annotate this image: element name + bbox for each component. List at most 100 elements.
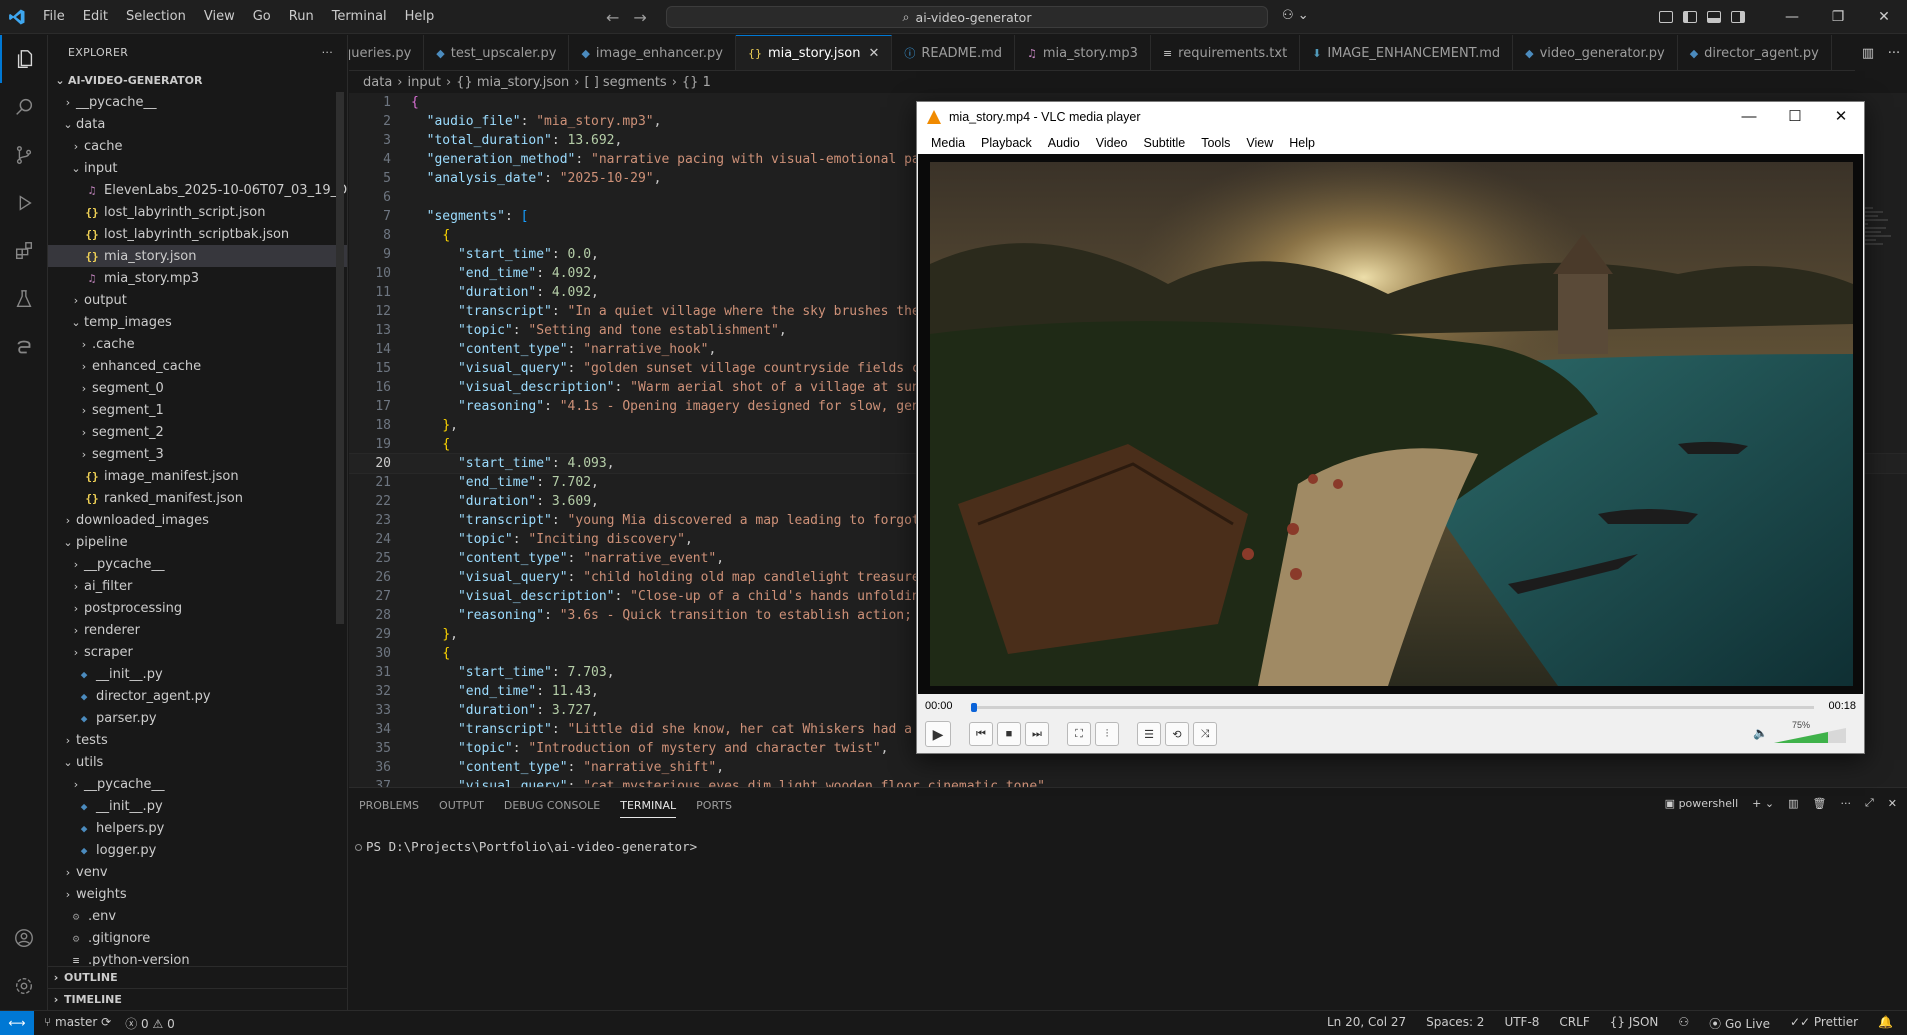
tab-mia-story-json[interactable]: {} mia_story.json ✕ <box>735 35 893 70</box>
volume-slider[interactable]: 75% <box>1774 720 1846 744</box>
tree-folder[interactable]: › segment_0 <box>48 377 347 399</box>
vlc-playlist-button[interactable]: ☰ <box>1137 722 1161 746</box>
vlc-menu-help[interactable]: Help <box>1281 136 1323 150</box>
toggle-secondary-sidebar-icon[interactable] <box>1731 11 1745 23</box>
menu-help[interactable]: Help <box>396 0 444 34</box>
customize-layout-icon[interactable] <box>1659 11 1673 23</box>
vlc-maximize-button[interactable]: ☐ <box>1772 102 1818 132</box>
back-arrow-icon[interactable]: ← <box>606 8 619 27</box>
tree-folder[interactable]: › __pycache__ <box>48 773 347 795</box>
vlc-play-button[interactable]: ▶ <box>925 721 951 747</box>
tree-file[interactable]: ♫ ElevenLabs_2025-10-06T07_03_19_Declan..… <box>48 179 347 201</box>
breadcrumb-item[interactable]: {} 1 <box>682 75 711 90</box>
vlc-previous-button[interactable]: ⏮ <box>969 722 993 746</box>
python-extension-icon[interactable] <box>0 323 48 371</box>
vlc-seek-handle[interactable] <box>971 703 977 712</box>
breadcrumb-item[interactable]: [ ] segments <box>585 75 667 90</box>
menu-file[interactable]: File <box>34 0 74 34</box>
tree-file[interactable]: {} mia_story.json <box>48 245 347 267</box>
tab-image-enhancement-md[interactable]: ⬇ IMAGE_ENHANCEMENT.md <box>1300 35 1514 70</box>
tree-folder[interactable]: › cache <box>48 135 347 157</box>
kill-terminal-icon[interactable]: 🗑 <box>1813 797 1827 810</box>
vlc-close-button[interactable]: ✕ <box>1818 102 1864 132</box>
tree-folder[interactable]: › tests <box>48 729 347 751</box>
menu-edit[interactable]: Edit <box>74 0 117 34</box>
tree-folder[interactable]: › segment_3 <box>48 443 347 465</box>
tab-image-enhancer-py[interactable]: ◆ image_enhancer.py <box>569 35 736 70</box>
more-actions-icon[interactable]: ··· <box>1840 797 1851 810</box>
remote-window-icon[interactable]: ⟷ <box>0 1010 34 1035</box>
tree-folder[interactable]: ⌄ utils <box>48 751 347 773</box>
tree-file[interactable]: ◆ parser.py <box>48 707 347 729</box>
tree-folder[interactable]: › renderer <box>48 619 347 641</box>
tree-file[interactable]: ◆ logger.py <box>48 839 347 861</box>
forward-arrow-icon[interactable]: → <box>633 8 646 27</box>
panel-tab-ports[interactable]: PORTS <box>696 799 732 812</box>
breadcrumb-item[interactable]: data <box>363 75 392 90</box>
tree-folder[interactable]: ⌄ data <box>48 113 347 135</box>
settings-gear-icon[interactable] <box>0 962 48 1010</box>
vlc-fullscreen-button[interactable]: ⛶ <box>1067 722 1091 746</box>
minimize-button[interactable]: — <box>1769 9 1815 25</box>
tree-file[interactable]: ⚙ .gitignore <box>48 927 347 949</box>
command-center-search[interactable]: ⌕ ai-video-generator <box>666 6 1268 28</box>
vlc-minimize-button[interactable]: — <box>1726 102 1772 132</box>
vlc-video-frame[interactable] <box>918 154 1863 694</box>
tree-file[interactable]: ◆ director_agent.py <box>48 685 347 707</box>
run-debug-icon[interactable] <box>0 179 48 227</box>
timeline-section[interactable]: › TIMELINE <box>48 988 347 1010</box>
tree-folder[interactable]: › ai_filter <box>48 575 347 597</box>
vlc-stop-button[interactable]: ■ <box>997 722 1021 746</box>
testing-icon[interactable] <box>0 275 48 323</box>
vlc-shuffle-button[interactable]: ⤨ <box>1193 722 1217 746</box>
menu-go[interactable]: Go <box>244 0 280 34</box>
prettier-button[interactable]: ✓✓ Prettier <box>1790 1015 1858 1032</box>
terminal-shell-dropdown[interactable]: ▣ powershell <box>1665 797 1738 810</box>
tree-file[interactable]: {} lost_labyrinth_scriptbak.json <box>48 223 347 245</box>
tree-folder[interactable]: › weights <box>48 883 347 905</box>
more-actions-icon[interactable]: ··· <box>1888 46 1900 61</box>
tree-folder[interactable]: › segment_2 <box>48 421 347 443</box>
copilot-status-icon[interactable]: ⚇ <box>1678 1015 1689 1032</box>
source-control-icon[interactable] <box>0 131 48 179</box>
vlc-loop-button[interactable]: ⟲ <box>1165 722 1189 746</box>
extensions-icon[interactable] <box>0 227 48 275</box>
panel-tab-terminal[interactable]: TERMINAL <box>620 793 677 818</box>
sidebar-scrollbar[interactable] <box>336 92 344 624</box>
tree-folder[interactable]: ⌄ pipeline <box>48 531 347 553</box>
tab-readme-md[interactable]: ⓘ README.md <box>892 35 1015 70</box>
tree-file[interactable]: ◆ helpers.py <box>48 817 347 839</box>
menu-run[interactable]: Run <box>280 0 323 34</box>
tree-folder[interactable]: › venv <box>48 861 347 883</box>
menu-selection[interactable]: Selection <box>117 0 195 34</box>
tree-folder[interactable]: › __pycache__ <box>48 553 347 575</box>
vlc-extended-settings-button[interactable]: ⫶ <box>1095 722 1119 746</box>
panel-tab-output[interactable]: OUTPUT <box>439 799 484 812</box>
vlc-menu-playback[interactable]: Playback <box>973 136 1040 150</box>
vlc-menu-audio[interactable]: Audio <box>1040 136 1088 150</box>
account-icon[interactable] <box>0 914 48 962</box>
vlc-menu-tools[interactable]: Tools <box>1193 136 1238 150</box>
tree-folder[interactable]: ⌄ input <box>48 157 347 179</box>
tab-mia-story-mp3[interactable]: ♫ mia_story.mp3 <box>1015 35 1151 70</box>
toggle-panel-icon[interactable] <box>1707 11 1721 23</box>
breadcrumb-item[interactable]: {} mia_story.json <box>456 75 569 90</box>
close-panel-icon[interactable]: ✕ <box>1888 797 1897 810</box>
copilot-icon[interactable]: ⚇ ⌄ <box>1282 8 1309 23</box>
outline-section[interactable]: › OUTLINE <box>48 966 347 988</box>
tree-folder[interactable]: › enhanced_cache <box>48 355 347 377</box>
search-icon[interactable] <box>0 83 48 131</box>
panel-tab-debug-console[interactable]: DEBUG CONSOLE <box>504 799 600 812</box>
tree-folder[interactable]: › postprocessing <box>48 597 347 619</box>
tree-folder[interactable]: › scraper <box>48 641 347 663</box>
tree-folder[interactable]: › .cache <box>48 333 347 355</box>
tree-folder[interactable]: › segment_1 <box>48 399 347 421</box>
toggle-sidebar-icon[interactable] <box>1683 11 1697 23</box>
line-ending[interactable]: CRLF <box>1559 1015 1589 1032</box>
tree-file[interactable]: ◆ __init__.py <box>48 663 347 685</box>
notifications-bell-icon[interactable]: 🔔 <box>1878 1015 1893 1032</box>
tab-queries-py[interactable]: queries.py <box>349 35 425 70</box>
vlc-menu-media[interactable]: Media <box>923 136 973 150</box>
tab-video-generator-py[interactable]: ◆ video_generator.py <box>1513 35 1678 70</box>
menu-view[interactable]: View <box>195 0 244 34</box>
